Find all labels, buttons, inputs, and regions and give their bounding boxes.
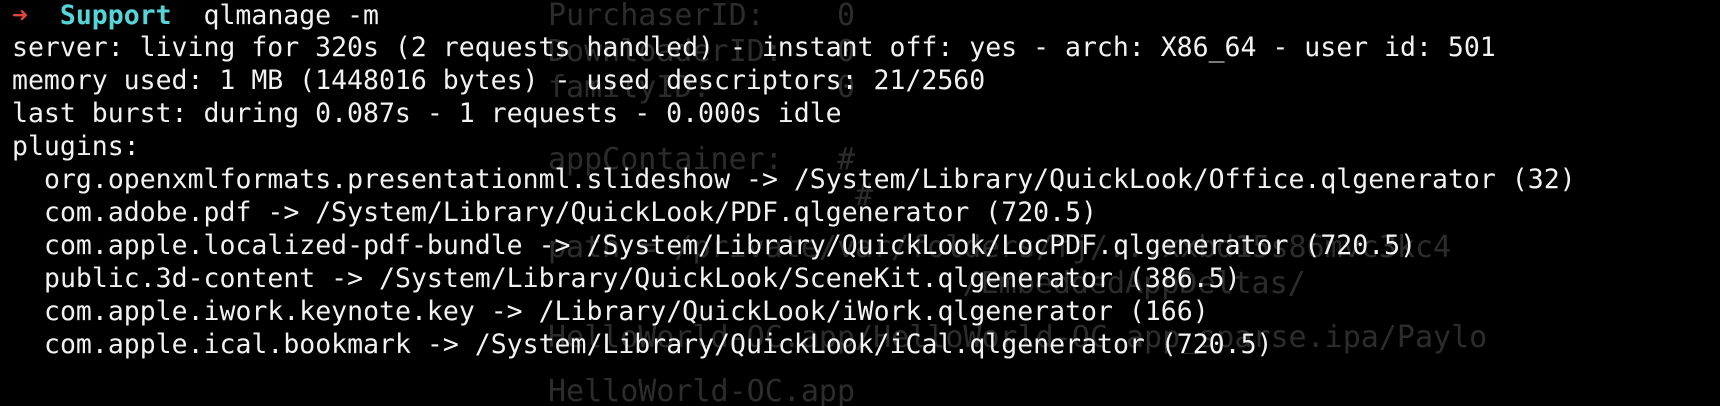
memory-status-line: memory used: 1 MB (1448016 bytes) - used… (12, 65, 986, 96)
prompt-line: ➜ Support qlmanage -m (12, 0, 379, 34)
plugin-entry: com.adobe.pdf -> /System/Library/QuickLo… (44, 197, 1097, 228)
plugins-header: plugins: (12, 131, 140, 162)
plugin-entry: com.apple.ical.bookmark -> /System/Libra… (44, 329, 1273, 360)
burst-status-line: last burst: during 0.087s - 1 requests -… (12, 98, 842, 129)
plugin-entry: public.3d-content -> /System/Library/Qui… (44, 263, 1241, 294)
current-directory: Support (59, 0, 172, 31)
server-status-line: server: living for 320s (2 requests hand… (12, 32, 1496, 63)
terminal-output: ➜ Support qlmanage -m server: living for… (0, 0, 1720, 406)
plugin-entry: com.apple.iwork.keynote.key -> /Library/… (44, 296, 1209, 327)
plugin-entry: org.openxmlformats.presentationml.slides… (44, 164, 1576, 195)
plugin-entry: com.apple.localized-pdf-bundle -> /Syste… (44, 230, 1417, 261)
command-text: qlmanage -m (203, 0, 380, 31)
terminal-window[interactable]: PurchaserID: 0 DownloaderID: 0 familyID:… (0, 0, 1720, 406)
prompt-arrow-icon: ➜ (12, 0, 28, 31)
